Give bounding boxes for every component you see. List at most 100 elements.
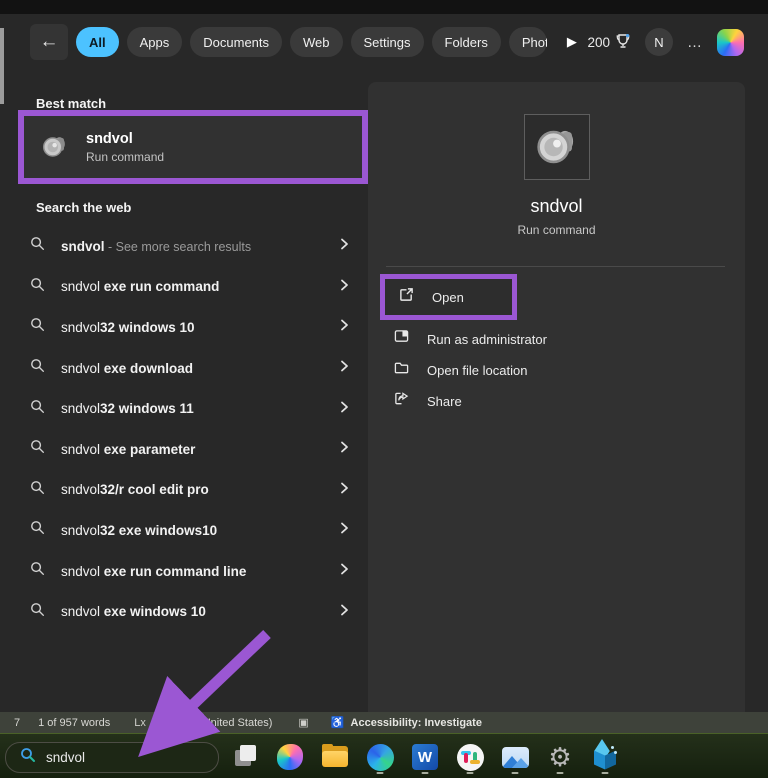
web-suggestion-row[interactable]: sndvol exe download xyxy=(18,348,360,389)
rewards-points: 200 xyxy=(587,34,610,50)
filter-tab-settings[interactable]: Settings xyxy=(350,27,424,57)
web-suggestion-row[interactable]: sndvol exe parameter xyxy=(18,429,360,470)
proofing-icon[interactable]: Lx xyxy=(134,717,146,729)
web-suggestion-text: sndvol exe windows 10 xyxy=(61,604,206,620)
trophy-icon xyxy=(615,33,631,52)
web-suggestion-row[interactable]: sndvol - See more search results xyxy=(18,226,360,267)
background-window-edge xyxy=(0,28,4,104)
chevron-right-icon[interactable] xyxy=(338,400,350,418)
web-suggestion-row[interactable]: sndvol exe run command xyxy=(18,267,360,308)
web-suggestions-list: sndvol - See more search results sndvol e… xyxy=(18,226,360,632)
copilot-icon[interactable] xyxy=(717,28,744,56)
chevron-right-icon[interactable] xyxy=(338,481,350,499)
search-glass-icon xyxy=(30,480,45,500)
copilot-taskbar-icon[interactable] xyxy=(275,740,305,774)
back-button[interactable]: ← xyxy=(30,24,68,60)
word-status-bar: 7 1 of 957 words Lx English (United Stat… xyxy=(0,712,768,733)
taskbar: sndvol W ⚙ xyxy=(0,733,768,778)
word-count[interactable]: 1 of 957 words xyxy=(38,717,110,729)
page-indicator-fragment[interactable]: 7 xyxy=(14,717,20,729)
admin-shield-icon xyxy=(394,329,409,349)
back-arrow-icon: ← xyxy=(39,31,59,52)
chevron-right-icon[interactable] xyxy=(338,359,350,377)
action-run-as-administrator[interactable]: Run as administrator xyxy=(394,327,547,351)
overflow-menu-icon[interactable]: … xyxy=(687,34,703,51)
detail-title: sndvol xyxy=(530,196,583,216)
search-glass-icon xyxy=(30,602,45,622)
chevron-right-icon[interactable] xyxy=(338,278,350,296)
photos-icon[interactable] xyxy=(500,740,530,774)
action-label-open: Open xyxy=(432,289,464,305)
filter-tab-truncated-wrap: Phot xyxy=(508,27,547,57)
divider xyxy=(386,266,725,267)
search-icon xyxy=(20,747,36,768)
settings-gear-icon[interactable]: ⚙ xyxy=(545,740,575,774)
web-suggestion-text: sndvol32 windows 11 xyxy=(61,401,194,417)
web-suggestion-row[interactable]: sndvol32 exe windows10 xyxy=(18,510,360,551)
speaker-icon xyxy=(40,132,70,162)
account-avatar[interactable]: N xyxy=(645,28,673,56)
taskbar-icons: W ⚙ xyxy=(230,738,620,774)
chevron-right-icon[interactable] xyxy=(338,237,350,255)
search-glass-icon xyxy=(30,439,45,459)
taskbar-search-box[interactable]: sndvol xyxy=(5,742,219,773)
search-glass-icon xyxy=(30,277,45,297)
filter-tab-documents[interactable]: Documents xyxy=(190,27,283,57)
web-suggestion-row[interactable]: sndvol32 windows 10 xyxy=(18,307,360,348)
chevron-right-icon[interactable] xyxy=(338,318,350,336)
rewards-badge[interactable]: 200 xyxy=(587,33,631,52)
filter-tab-folders[interactable]: Folders xyxy=(431,27,501,57)
search-web-heading: Search the web xyxy=(36,200,132,215)
search-glass-icon xyxy=(30,520,45,540)
filter-tab-web[interactable]: Web xyxy=(290,27,343,57)
task-view-icon[interactable] xyxy=(230,740,260,774)
search-glass-icon xyxy=(30,236,45,256)
action-share[interactable]: Share xyxy=(394,389,462,413)
best-match-result[interactable]: sndvol Run command xyxy=(18,110,368,184)
web-suggestion-row[interactable]: sndvol exe windows 10 xyxy=(18,591,360,632)
accessibility-status[interactable]: Accessibility: Investigate xyxy=(351,717,482,729)
search-glass-icon xyxy=(30,561,45,581)
chevron-right-icon[interactable] xyxy=(338,562,350,580)
speaker-icon-large xyxy=(523,114,590,180)
filter-tab-all[interactable]: All xyxy=(76,27,119,57)
focus-icon[interactable]: ▣ xyxy=(298,716,308,729)
file-explorer-icon[interactable] xyxy=(320,740,350,774)
result-detail-pane: sndvol Run command Open Run as administr… xyxy=(368,82,745,728)
web-suggestion-row[interactable]: sndvol32/r cool edit pro xyxy=(18,470,360,511)
best-match-title: sndvol xyxy=(86,130,133,147)
search-glass-icon xyxy=(30,399,45,419)
web-suggestion-text: sndvol exe run command xyxy=(61,279,220,295)
filter-tab-phot[interactable]: Phot xyxy=(508,27,547,57)
search-glass-icon xyxy=(30,317,45,337)
slack-icon[interactable] xyxy=(455,740,485,774)
search-filter-bar: ← All Apps Documents Web Settings Folders Phot… xyxy=(30,22,577,62)
web-suggestion-text: sndvol32/r cool edit pro xyxy=(61,482,209,498)
filter-tab-apps[interactable]: Apps xyxy=(126,27,183,57)
more-filters-icon[interactable]: ▶ xyxy=(567,34,577,50)
paint-3d-icon[interactable] xyxy=(590,738,620,774)
topbar-right-cluster: 200 N … xyxy=(587,26,744,58)
accessibility-icon: ♿ xyxy=(330,717,345,729)
web-suggestion-text: sndvol exe parameter xyxy=(61,441,196,457)
folder-outline-icon xyxy=(394,360,409,380)
open-action-highlight[interactable]: Open xyxy=(380,274,517,320)
detail-subtitle: Run command xyxy=(517,223,596,237)
edge-icon[interactable] xyxy=(365,740,395,774)
best-match-subtitle: Run command xyxy=(86,149,165,164)
chevron-right-icon[interactable] xyxy=(338,440,350,458)
best-match-heading: Best match xyxy=(36,96,107,111)
language-status[interactable]: English (United States) xyxy=(160,717,273,729)
action-open-file-location[interactable]: Open file location xyxy=(394,358,527,382)
chevron-right-icon[interactable] xyxy=(338,603,350,621)
web-suggestion-text: sndvol32 windows 10 xyxy=(61,319,195,335)
web-suggestion-text: sndvol exe run command line xyxy=(61,563,247,579)
word-icon[interactable]: W xyxy=(410,740,440,774)
taskbar-search-value: sndvol xyxy=(46,750,86,765)
web-suggestion-text: sndvol32 exe windows10 xyxy=(61,522,218,538)
web-suggestion-text: sndvol exe download xyxy=(61,360,194,376)
window-top-frame xyxy=(0,0,768,14)
web-suggestion-row[interactable]: sndvol exe run command line xyxy=(18,551,360,592)
chevron-right-icon[interactable] xyxy=(338,521,350,539)
web-suggestion-row[interactable]: sndvol32 windows 11 xyxy=(18,388,360,429)
